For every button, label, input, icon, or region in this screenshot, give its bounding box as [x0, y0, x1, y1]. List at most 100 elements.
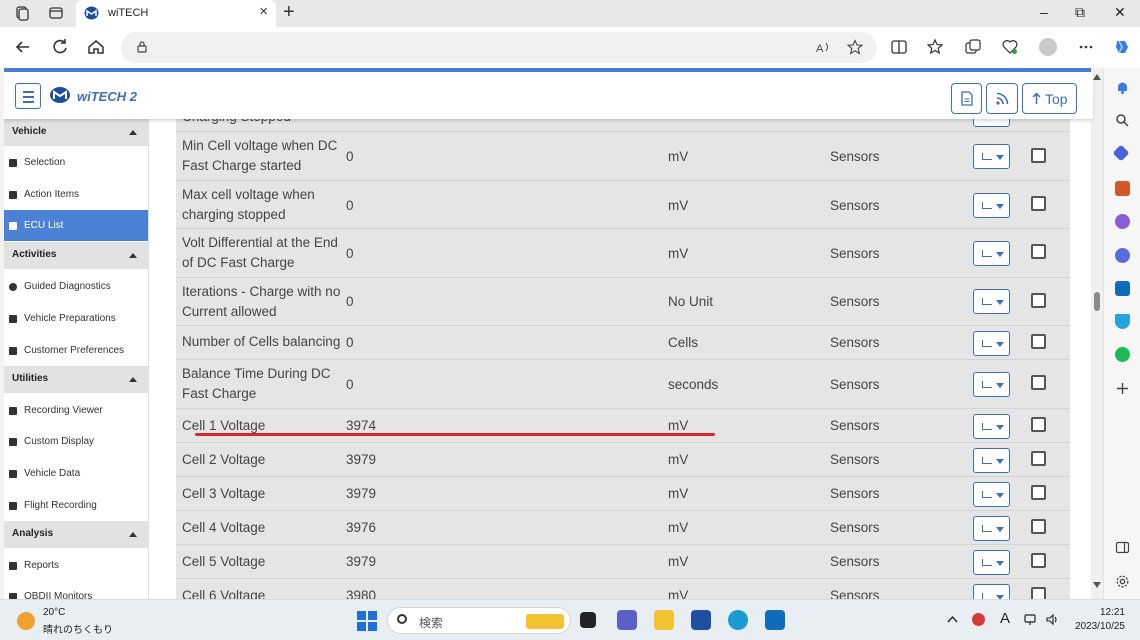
- weather-sun-icon[interactable]: [17, 612, 35, 630]
- select-checkbox[interactable]: [1031, 293, 1046, 308]
- close-window-button[interactable]: ✕: [1114, 4, 1126, 20]
- notifications-bell-icon[interactable]: [1115, 80, 1130, 95]
- graph-dropdown-button[interactable]: [973, 193, 1010, 218]
- clock-time[interactable]: 12:21: [1100, 607, 1125, 618]
- games-icon[interactable]: [1115, 214, 1130, 229]
- select-checkbox[interactable]: [1031, 519, 1046, 534]
- shopping-tag-icon[interactable]: [1112, 144, 1130, 162]
- tab-actions-icon[interactable]: [48, 5, 64, 21]
- pdf-report-button[interactable]: [951, 83, 982, 114]
- split-screen-icon[interactable]: [890, 38, 908, 56]
- collections-icon[interactable]: [964, 38, 982, 56]
- select-checkbox[interactable]: [1031, 334, 1046, 349]
- copilot-icon[interactable]: [1113, 38, 1131, 56]
- sidebar-item-custom-display[interactable]: Custom Display: [4, 426, 148, 457]
- maximize-button[interactable]: ⧉: [1075, 4, 1085, 20]
- select-checkbox[interactable]: [1031, 244, 1046, 259]
- scroll-top-button[interactable]: Top: [1022, 83, 1077, 114]
- rss-feed-button[interactable]: [986, 83, 1018, 114]
- teams-chat-icon[interactable]: [617, 610, 637, 630]
- taskbar-search-box[interactable]: 検索: [387, 607, 571, 634]
- graph-dropdown-button[interactable]: [973, 331, 1010, 356]
- start-button[interactable]: [357, 611, 377, 631]
- graph-dropdown-button[interactable]: [973, 448, 1010, 473]
- weather-temperature[interactable]: 20°C: [43, 607, 65, 618]
- volume-icon[interactable]: [1046, 613, 1059, 626]
- add-icon[interactable]: [1115, 381, 1130, 396]
- sidebar-item-ecu-list[interactable]: ECU List: [4, 210, 148, 241]
- new-tab-button[interactable]: +: [283, 1, 295, 23]
- read-aloud-icon[interactable]: A: [815, 39, 831, 55]
- favorite-star-icon[interactable]: [847, 39, 863, 55]
- sidebar-item-action-items[interactable]: Action Items: [4, 179, 148, 210]
- graph-dropdown-button[interactable]: [973, 289, 1010, 314]
- task-view-icon[interactable]: [580, 612, 596, 628]
- address-bar[interactable]: A: [121, 32, 877, 63]
- sidebar-item-obdii-monitors[interactable]: OBDII Monitors: [4, 581, 148, 599]
- graph-dropdown-button[interactable]: [973, 550, 1010, 575]
- send-icon[interactable]: [1115, 314, 1130, 329]
- select-checkbox[interactable]: [1031, 451, 1046, 466]
- display-icon[interactable]: [1024, 613, 1037, 626]
- tools-icon[interactable]: [1115, 181, 1130, 196]
- select-checkbox[interactable]: [1031, 417, 1046, 432]
- tab-witech[interactable]: wiTECH ×: [76, 0, 276, 27]
- browser-essentials-icon[interactable]: [1001, 38, 1019, 56]
- select-checkbox[interactable]: [1031, 587, 1046, 599]
- select-checkbox[interactable]: [1031, 553, 1046, 568]
- settings-gear-icon[interactable]: [1115, 574, 1130, 589]
- microsoft-store-icon[interactable]: [691, 610, 711, 630]
- show-hidden-icons-chevron-icon[interactable]: [946, 613, 959, 626]
- sidebar-item-guided-diagnostics[interactable]: Guided Diagnostics: [4, 271, 148, 302]
- scroll-down-arrow-icon[interactable]: [1093, 582, 1101, 588]
- sidebar-item-reports[interactable]: Reports: [4, 550, 148, 581]
- graph-dropdown-button[interactable]: [973, 584, 1010, 599]
- favorites-icon[interactable]: [927, 38, 945, 56]
- scroll-up-arrow-icon[interactable]: [1093, 74, 1101, 80]
- sidebar-section-vehicle[interactable]: Vehicle: [4, 119, 148, 146]
- graph-dropdown-button[interactable]: [973, 414, 1010, 439]
- sidebar-item-recording-viewer[interactable]: Recording Viewer: [4, 395, 148, 426]
- scrollbar-thumb[interactable]: [1094, 292, 1100, 311]
- clock-date[interactable]: 2023/10/25: [1075, 621, 1125, 632]
- sidebar-item-customer-preferences[interactable]: Customer Preferences: [4, 335, 148, 366]
- workspaces-icon[interactable]: [14, 5, 30, 21]
- graph-dropdown-button[interactable]: [973, 144, 1010, 169]
- edge-browser-icon[interactable]: [728, 610, 748, 630]
- lock-icon[interactable]: [135, 40, 149, 54]
- spotify-icon[interactable]: [1115, 347, 1130, 362]
- graph-dropdown-button[interactable]: [973, 482, 1010, 507]
- sidebar-item-selection[interactable]: Selection: [4, 147, 148, 178]
- sidebar-toggle-icon[interactable]: [1115, 540, 1130, 555]
- select-checkbox[interactable]: [1031, 196, 1046, 211]
- home-icon[interactable]: [86, 37, 106, 57]
- graph-dropdown-button[interactable]: [973, 119, 1010, 127]
- menu-toggle-button[interactable]: [15, 83, 41, 109]
- sidebar-section-analysis[interactable]: Analysis: [4, 521, 148, 548]
- refresh-icon[interactable]: [50, 37, 70, 57]
- input-language-indicator[interactable]: A: [1000, 610, 1010, 627]
- page-scrollbar[interactable]: [1091, 68, 1103, 599]
- profile-avatar[interactable]: [1039, 38, 1057, 56]
- sidebar-item-vehicle-preparations[interactable]: Vehicle Preparations: [4, 303, 148, 334]
- security-shield-icon[interactable]: [972, 613, 985, 626]
- outlook-app-icon[interactable]: [765, 610, 785, 630]
- settings-more-icon[interactable]: [1077, 38, 1095, 56]
- sidebar-item-vehicle-data[interactable]: Vehicle Data: [4, 458, 148, 489]
- outlook-icon[interactable]: [1115, 281, 1130, 296]
- minimize-button[interactable]: –: [1040, 4, 1048, 20]
- sidebar-section-utilities[interactable]: Utilities: [4, 366, 148, 393]
- sidebar-item-flight-recording[interactable]: Flight Recording: [4, 490, 148, 521]
- select-checkbox[interactable]: [1031, 485, 1046, 500]
- graph-dropdown-button[interactable]: [973, 372, 1010, 397]
- sidebar-section-activities[interactable]: Activities: [4, 242, 148, 269]
- select-checkbox[interactable]: [1031, 375, 1046, 390]
- weather-description[interactable]: 晴れのちくもり: [43, 621, 113, 636]
- search-icon[interactable]: [1115, 113, 1130, 128]
- graph-dropdown-button[interactable]: [973, 516, 1010, 541]
- select-checkbox[interactable]: [1031, 148, 1046, 163]
- file-explorer-icon[interactable]: [654, 610, 674, 630]
- tab-close-icon[interactable]: ×: [259, 4, 268, 20]
- microsoft-365-icon[interactable]: [1115, 248, 1130, 263]
- back-icon[interactable]: [13, 37, 33, 57]
